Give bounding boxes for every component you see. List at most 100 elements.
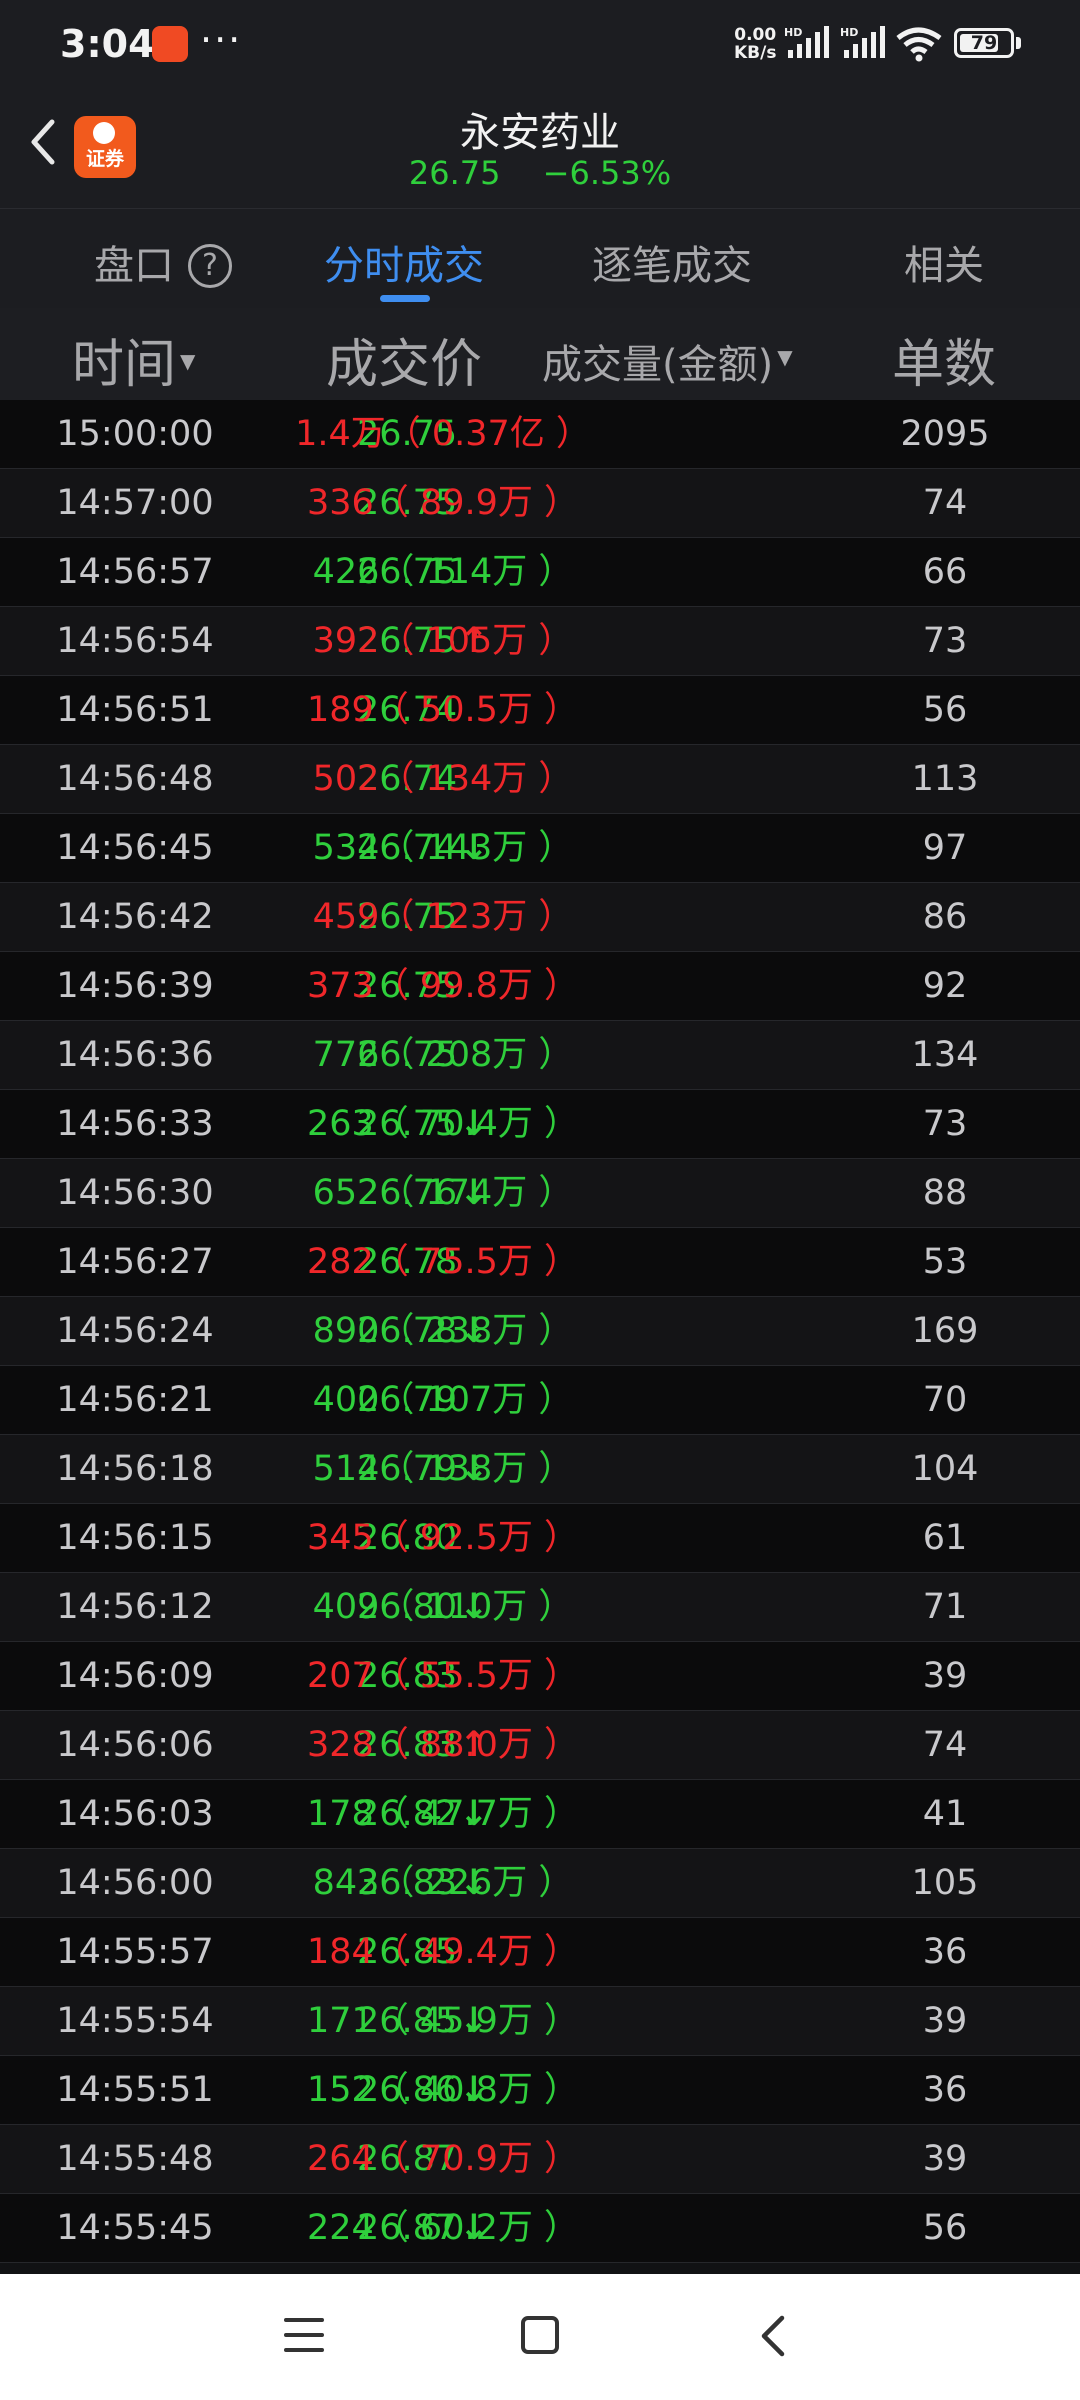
column-price: 成交价: [326, 335, 483, 395]
trade-count: 41: [922, 1794, 968, 1834]
trade-count: 134: [911, 1035, 979, 1075]
trade-list[interactable]: 15:00:00 26.75 1.4万（ 0.37亿 ） 2095 14:57:00 26…: [0, 400, 1080, 2263]
status-time: 3:04: [60, 22, 155, 66]
app-notification-icon: [152, 26, 188, 62]
back-icon[interactable]: [754, 2312, 794, 2360]
trade-count: 88: [922, 1173, 968, 1213]
column-count: 单数: [892, 335, 997, 395]
battery-cap: [1016, 37, 1021, 49]
trade-volume: 189（ 50.5万 ）: [307, 690, 579, 730]
trade-volume: 345（ 92.5万 ）: [307, 1518, 579, 1558]
trade-row: 14:56:33 26.75↓ 263（ 70.4万 ） 73: [0, 1090, 1080, 1159]
home-icon[interactable]: [521, 2316, 559, 2354]
trade-row: 14:56:21 26.79 400（ 107万 ） 70: [0, 1366, 1080, 1435]
system-navbar: [0, 2274, 1080, 2400]
trade-volume: 152（ 40.8万 ）: [307, 2070, 579, 2110]
trade-volume: 282（ 75.5万 ）: [307, 1242, 579, 1282]
trade-row: 14:56:57 26.75 426（ 114万 ） 66: [0, 538, 1080, 607]
help-icon[interactable]: ?: [188, 244, 232, 288]
trade-volume: 409（ 110万 ）: [312, 1587, 574, 1627]
trade-volume: 328（ 88.0万 ）: [307, 1725, 579, 1765]
trade-count: 71: [922, 1587, 968, 1627]
trade-count: 53: [922, 1242, 968, 1282]
trade-volume: 843（ 226万 ）: [312, 1863, 574, 1903]
trade-count: 74: [922, 483, 968, 523]
trade-count: 73: [922, 1104, 968, 1144]
trade-volume: 514（ 138万 ）: [312, 1449, 574, 1489]
tab-orderbook[interactable]: 盘口?: [94, 233, 232, 291]
trade-count: 36: [922, 2070, 968, 2110]
column-time-sort[interactable]: 时间 ▼: [72, 322, 195, 397]
trade-row: 14:57:00 26.75 336（ 89.9万 ） 74: [0, 469, 1080, 538]
trade-count: 36: [922, 1932, 968, 1972]
trade-count: 70: [922, 1380, 968, 1420]
trade-volume: 1.4万（ 0.37亿 ）: [295, 414, 591, 454]
trade-volume: 373（ 99.8万 ）: [307, 966, 579, 1006]
trade-row: 14:55:48 26.87 264（ 70.9万 ） 39: [0, 2125, 1080, 2194]
trade-count: 86: [922, 897, 968, 937]
trade-volume: 426（ 114万 ）: [312, 552, 574, 592]
trade-count: 39: [922, 1656, 968, 1696]
sort-caret-icon: ▼: [777, 345, 793, 369]
trade-row: 14:55:51 26.86↓ 152（ 40.8万 ） 36: [0, 2056, 1080, 2125]
trade-row: 14:56:39 26.75 373（ 99.8万 ） 92: [0, 952, 1080, 1021]
trade-row: 14:56:00 26.83↓ 843（ 226万 ） 105: [0, 1849, 1080, 1918]
trade-count: 97: [922, 828, 968, 868]
network-speed: 0.00 KB/s: [734, 26, 776, 62]
trade-row: 14:56:54 26.75↑ 392（ 105万 ） 73: [0, 607, 1080, 676]
trade-volume: 171（ 45.9万 ）: [307, 2001, 579, 2041]
trade-count: 169: [911, 1311, 979, 1351]
column-volume-label: 成交量(金额): [542, 342, 774, 388]
trade-row: 14:55:57 26.85 184（ 49.4万 ） 36: [0, 1918, 1080, 1987]
trade-row: 14:55:54 26.85↓ 171（ 45.9万 ） 39: [0, 1987, 1080, 2056]
trade-count: 105: [911, 1863, 979, 1903]
trade-volume: 264（ 70.9万 ）: [307, 2139, 579, 2179]
trade-count: 2095: [900, 414, 990, 454]
trade-volume: 392（ 105万 ）: [312, 621, 574, 661]
trade-row: 14:56:12 26.80↓ 409（ 110万 ） 71: [0, 1573, 1080, 1642]
trade-count: 56: [922, 2208, 968, 2248]
tab-label: 盘口: [94, 243, 174, 289]
trade-count: 39: [922, 2139, 968, 2179]
network-speed-value: 0.00: [734, 25, 777, 45]
more-notifications-icon: ···: [200, 18, 243, 62]
trade-row: 15:00:00 26.75 1.4万（ 0.37亿 ） 2095: [0, 400, 1080, 469]
status-bar: 3:04 ··· 0.00 KB/s HD HD 79: [0, 0, 1080, 92]
trade-count: 61: [922, 1518, 968, 1558]
stock-price: 26.75: [408, 154, 501, 192]
tab-bar: 盘口? 分时成交 逐笔成交 相关: [0, 208, 1080, 309]
signal-hd-icon: HD: [840, 26, 885, 58]
stock-name: 永安药业: [460, 110, 620, 156]
trade-row: 14:56:30 26.76↓ 652（ 174万 ） 88: [0, 1159, 1080, 1228]
trade-row: 14:56:24 26.78↓ 890（ 238万 ） 169: [0, 1297, 1080, 1366]
trade-volume: 178（ 47.7万 ）: [307, 1794, 579, 1834]
tab-time-trades[interactable]: 分时成交: [324, 233, 484, 291]
sort-caret-icon: ▼: [180, 349, 196, 373]
svg-text:HD: HD: [840, 26, 858, 39]
trade-count: 74: [922, 1725, 968, 1765]
trade-row: 14:56:09 26.83 207（ 55.5万 ） 39: [0, 1642, 1080, 1711]
trade-row: 14:56:45 26.74↓ 534（ 143万 ） 97: [0, 814, 1080, 883]
trade-volume: 207（ 55.5万 ）: [307, 1656, 579, 1696]
trade-row: 14:56:15 26.80 345（ 92.5万 ） 61: [0, 1504, 1080, 1573]
trade-count: 66: [922, 552, 968, 592]
tab-related[interactable]: 相关: [904, 233, 984, 291]
trade-row: 14:56:03 26.82↓ 178（ 47.7万 ） 41: [0, 1780, 1080, 1849]
trade-row: 14:56:27 26.78 282（ 75.5万 ） 53: [0, 1228, 1080, 1297]
trade-volume: 534（ 143万 ）: [312, 828, 574, 868]
column-volume-sort[interactable]: 成交量(金额) ▼: [542, 332, 793, 390]
trade-count: 39: [922, 2001, 968, 2041]
trade-volume: 652（ 174万 ）: [312, 1173, 574, 1213]
tab-tick-trades[interactable]: 逐笔成交: [592, 233, 752, 291]
battery-percent: 79: [970, 32, 998, 54]
trade-volume: 184（ 49.4万 ）: [307, 1932, 579, 1972]
trade-row: 14:56:51 26.74 189（ 50.5万 ） 56: [0, 676, 1080, 745]
menu-icon[interactable]: [284, 2318, 324, 2354]
trade-row: 14:56:18 26.79↓ 514（ 138万 ） 104: [0, 1435, 1080, 1504]
trade-count: 104: [911, 1449, 979, 1489]
trade-count: 73: [922, 621, 968, 661]
network-speed-unit: KB/s: [734, 43, 777, 63]
trade-row: 14:56:06 26.83↑ 328（ 88.0万 ） 74: [0, 1711, 1080, 1780]
stock-header: 证券 永安药业 26.75 −6.53%: [0, 92, 1080, 208]
svg-text:HD: HD: [784, 26, 802, 39]
